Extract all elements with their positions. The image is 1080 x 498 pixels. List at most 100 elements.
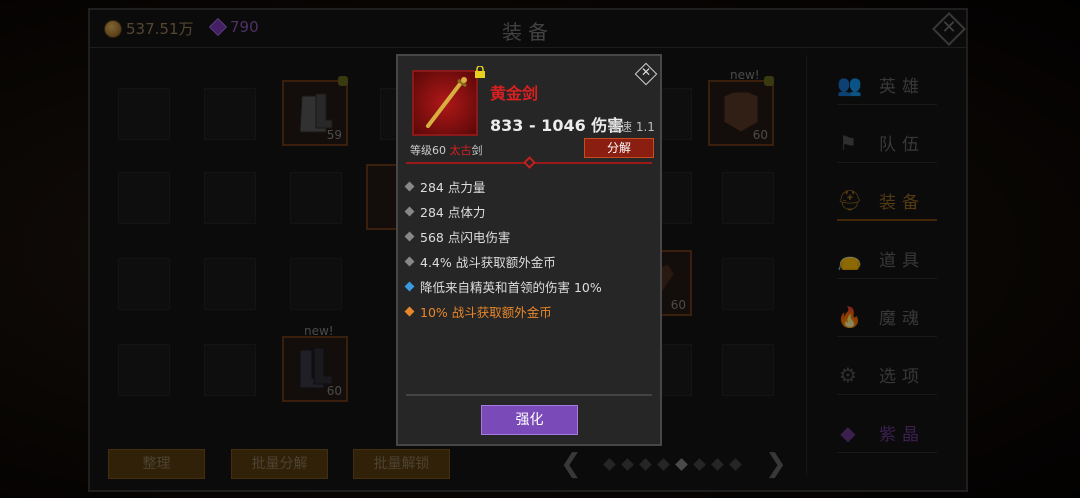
item-level: 60 (326, 384, 342, 398)
page-dot[interactable] (675, 458, 688, 471)
close-icon: ✕ (941, 17, 957, 38)
dismantle-button[interactable]: 分解 (584, 138, 654, 158)
item-body-armor[interactable]: new! 60 (708, 68, 774, 146)
item-category: 剑 (471, 144, 483, 157)
inventory-slot[interactable] (118, 172, 170, 224)
lock-icon (338, 76, 348, 86)
inventory-slot[interactable] (204, 258, 256, 310)
item-name: 黄金剑 (490, 84, 539, 103)
side-menu: 👥 英雄 ⚑ 队伍 ⛑ 装备 👝 道具 🔥 魔魂 ⚙ 选项 ◆ 紫晶 (806, 55, 956, 475)
page-dot[interactable] (639, 458, 652, 471)
stat-line: 284 点力量 (404, 174, 656, 199)
stat-line: 568 点闪电伤害 (404, 224, 656, 249)
menu-item-items[interactable]: 👝 道具 (837, 239, 937, 279)
page-dot[interactable] (657, 458, 670, 471)
inventory-slot[interactable] (118, 258, 170, 310)
item-level-line: 等级60 太古剑 (410, 142, 483, 158)
page-dot[interactable] (729, 458, 742, 471)
menu-label: 队伍 (879, 135, 925, 155)
new-badge: new! (730, 68, 760, 82)
bulk-dismantle-button[interactable]: 批量分解 (231, 449, 328, 479)
item-boots-dark[interactable]: new! 60 (282, 324, 348, 402)
stat-text: 284 点力量 (420, 180, 486, 195)
stat-bullet-icon (404, 181, 415, 192)
stat-line: 284 点体力 (404, 199, 656, 224)
gear-icon: ⚙ (839, 362, 857, 387)
menu-label: 选项 (879, 367, 925, 387)
heroes-icon: 👥 (837, 72, 862, 97)
inventory-slot[interactable] (722, 258, 774, 310)
close-icon: ✕ (640, 65, 652, 79)
inventory-slot[interactable] (118, 88, 170, 140)
pager: ❮ ❯ (560, 450, 790, 478)
inventory-slot[interactable] (204, 344, 256, 396)
item-type: 太古 (449, 144, 472, 157)
item-level: 59 (326, 128, 342, 142)
divider-ornament (523, 156, 536, 169)
inventory-slot[interactable] (204, 172, 256, 224)
stat-line: 降低来自精英和首领的伤害 10% (404, 274, 656, 299)
inventory-slot[interactable] (118, 344, 170, 396)
menu-item-team[interactable]: ⚑ 队伍 (837, 123, 937, 163)
sword-icon (426, 77, 467, 128)
page-dot[interactable] (711, 458, 724, 471)
menu-item-amethyst[interactable]: ◆ 紫晶 (837, 413, 937, 453)
stat-text: 降低来自精英和首领的伤害 10% (420, 280, 602, 295)
level-text: 等级60 (410, 144, 446, 157)
stat-text: 568 点闪电伤害 (420, 230, 511, 245)
item-level: 60 (752, 128, 768, 142)
flame-icon: 🔥 (837, 304, 862, 329)
item-boots-armor[interactable]: 59 (282, 76, 348, 146)
menu-label: 紫晶 (879, 425, 925, 445)
item-damage: 833 - 1046 伤害 (490, 116, 624, 135)
helmet-icon: ⛑ (837, 188, 863, 212)
inventory-slot[interactable] (722, 172, 774, 224)
stat-bullet-icon (404, 256, 415, 267)
bulk-unlock-button[interactable]: 批量解锁 (353, 449, 450, 479)
enhance-button[interactable]: 强化 (481, 405, 578, 435)
stat-bullet-icon (404, 281, 415, 292)
top-bar: 537.51万 790 装备 ✕ (90, 10, 966, 48)
page-dot[interactable] (693, 458, 706, 471)
stat-text: 10% 战斗获取额外金币 (420, 305, 552, 320)
menu-label: 装备 (879, 192, 925, 213)
inventory-slot[interactable] (722, 344, 774, 396)
menu-label: 道具 (879, 251, 925, 271)
amethyst-icon: ◆ (840, 420, 856, 445)
page-dot[interactable] (621, 458, 634, 471)
inventory-slot[interactable] (290, 258, 342, 310)
menu-item-equipment[interactable]: ⛑ 装备 (837, 181, 937, 221)
close-button[interactable]: ✕ (932, 12, 966, 46)
divider (406, 394, 652, 396)
stat-text: 4.4% 战斗获取额外金币 (420, 255, 556, 270)
menu-item-heroes[interactable]: 👥 英雄 (837, 65, 937, 105)
item-detail-popup: 黄金剑 833 - 1046 伤害 攻速 1.1 等级60 太古剑 分解 284… (396, 54, 662, 446)
game-scene: 537.51万 790 装备 ✕ 59 new! 60 60 new! 60 👥… (0, 0, 1080, 498)
page-title: 装备 (502, 20, 554, 44)
stat-bullet-icon (404, 206, 415, 217)
lock-icon (764, 76, 774, 86)
stat-bullet-icon (404, 231, 415, 242)
stat-line: 10% 战斗获取额外金币 (404, 299, 656, 324)
sort-button[interactable]: 整理 (108, 449, 205, 479)
menu-label: 魔魂 (879, 309, 925, 329)
stat-list: 284 点力量 284 点体力 568 点闪电伤害 4.4% 战斗获取额外金币降低来自… (404, 174, 656, 324)
page-dot[interactable] (603, 458, 616, 471)
menu-label: 英雄 (879, 77, 925, 97)
chevron-right-icon[interactable]: ❯ (765, 450, 787, 478)
stat-text: 284 点体力 (420, 205, 486, 220)
bag-icon: 👝 (837, 246, 862, 271)
stat-bullet-icon (404, 306, 415, 317)
lock-icon[interactable] (474, 66, 486, 78)
popup-close-button[interactable]: ✕ (634, 62, 658, 86)
attack-speed: 攻速 1.1 (608, 120, 655, 134)
menu-item-options[interactable]: ⚙ 选项 (837, 355, 937, 395)
new-badge: new! (304, 324, 334, 338)
inventory-slot[interactable] (290, 172, 342, 224)
item-level: 60 (670, 298, 686, 312)
inventory-slot[interactable] (204, 88, 256, 140)
chevron-left-icon[interactable]: ❮ (560, 450, 582, 478)
menu-item-soul[interactable]: 🔥 魔魂 (837, 297, 937, 337)
stat-line: 4.4% 战斗获取额外金币 (404, 249, 656, 274)
item-icon-frame (412, 70, 478, 136)
